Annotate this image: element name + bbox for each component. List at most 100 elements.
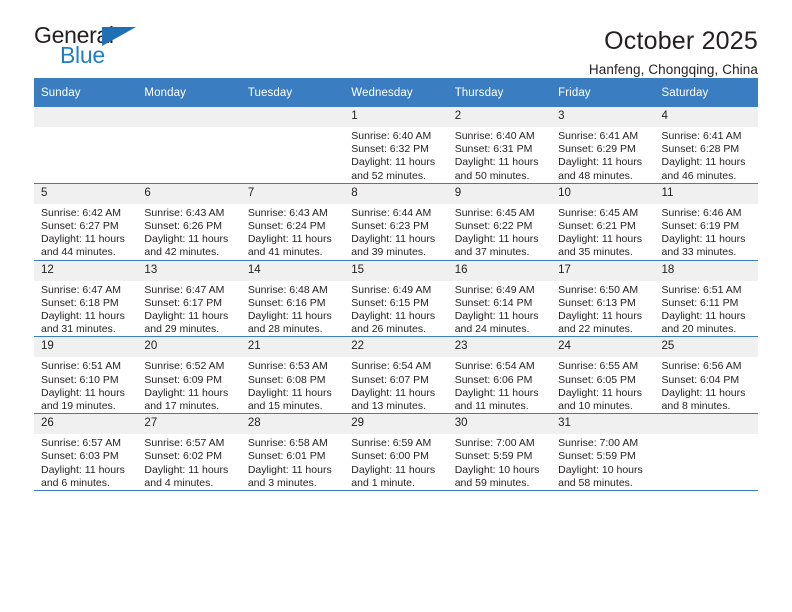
calendar-day-cell[interactable]: 24 Sunrise: 6:55 AM Sunset: 6:05 PM Dayligh… [551, 336, 655, 415]
day-number: 9 [447, 183, 552, 204]
day-number: 21 [240, 337, 345, 358]
daylight-text-line2: and 11 minutes. [454, 400, 529, 413]
general-blue-logo[interactable]: General Blue [34, 24, 149, 72]
triangle-icon [102, 27, 136, 46]
daylight-text-line1: Daylight: 11 hours [144, 386, 229, 399]
daylight-text-line2: and 15 minutes. [247, 400, 323, 413]
sunset-text: Sunset: 6:14 PM [454, 296, 533, 309]
daylight-text-line1: Daylight: 11 hours [454, 233, 539, 246]
daylight-text-line2: and 37 minutes. [454, 246, 530, 259]
calendar-day-cell[interactable]: 7 Sunrise: 6:43 AM Sunset: 6:24 PM Daylight… [240, 183, 345, 261]
daylight-text-line2: and 28 minutes. [247, 323, 323, 336]
calendar-day-cell[interactable]: 1 Sunrise: 6:40 AM Sunset: 6:32 PM Daylight… [344, 107, 448, 184]
calendar-day-cell[interactable]: 29 Sunrise: 6:59 AM Sunset: 6:00 PM Dayligh… [344, 413, 448, 492]
daylight-text-line2: and 33 minutes. [661, 246, 737, 259]
calendar-day-cell[interactable]: 3 Sunrise: 6:41 AM Sunset: 6:29 PM Daylight… [551, 107, 655, 184]
calendar-day-cell[interactable]: 6 Sunrise: 6:43 AM Sunset: 6:26 PM Daylight… [137, 183, 241, 261]
day-number [34, 107, 138, 127]
daylight-text-line1: Daylight: 11 hours [351, 463, 436, 476]
daylight-text-line1: Daylight: 11 hours [41, 386, 125, 399]
calendar-page: General Blue October 2025 Hanfeng, Chong… [0, 0, 792, 612]
calendar-day-cell[interactable]: 21 Sunrise: 6:53 AM Sunset: 6:08 PM Dayligh… [240, 336, 345, 415]
calendar-day-cell[interactable]: 26 Sunrise: 6:57 AM Sunset: 6:03 PM Dayligh… [34, 413, 138, 492]
day-details: Sunrise: 6:48 AM Sunset: 6:16 PM Daylight:… [241, 281, 344, 337]
daylight-text-line1: Daylight: 11 hours [454, 386, 539, 399]
calendar-day-cell[interactable]: 17 Sunrise: 6:50 AM Sunset: 6:13 PM Dayligh… [551, 260, 655, 338]
calendar-day-cell[interactable]: 27 Sunrise: 6:57 AM Sunset: 6:02 PM Dayligh… [137, 413, 241, 492]
day-details: Sunrise: 6:42 AM Sunset: 6:27 PM Daylight:… [34, 204, 137, 260]
day-number: 27 [137, 414, 241, 435]
calendar-day-cell[interactable]: 10 Sunrise: 6:45 AM Sunset: 6:21 PM Dayligh… [551, 183, 655, 261]
calendar-day-cell[interactable]: 11 Sunrise: 6:46 AM Sunset: 6:19 PM Dayligh… [654, 183, 758, 261]
day-number: 25 [654, 337, 758, 358]
daylight-text-line2: and 6 minutes. [41, 476, 110, 489]
daylight-text-line2: and 4 minutes. [144, 476, 214, 489]
daylight-text-line2: and 22 minutes. [558, 323, 633, 336]
sunrise-text: Sunrise: 6:44 AM [351, 206, 432, 219]
daylight-text-line2: and 31 minutes. [41, 323, 116, 336]
sunrise-text: Sunrise: 6:43 AM [144, 206, 225, 219]
daylight-text-line1: Daylight: 11 hours [247, 463, 332, 476]
calendar-day-cell[interactable]: 9 Sunrise: 6:45 AM Sunset: 6:22 PM Daylight… [447, 183, 552, 261]
page-header: General Blue October 2025 Hanfeng, Chong… [34, 0, 758, 78]
weekday-header-monday: Monday [137, 78, 241, 107]
sunrise-text: Sunrise: 6:49 AM [454, 283, 535, 296]
daylight-text-line2: and 44 minutes. [41, 246, 116, 259]
daylight-text-line2: and 50 minutes. [454, 169, 530, 182]
day-details: Sunrise: 6:47 AM Sunset: 6:18 PM Daylight:… [34, 281, 137, 337]
daylight-text-line1: Daylight: 11 hours [454, 156, 539, 169]
calendar-day-cell[interactable]: 12 Sunrise: 6:47 AM Sunset: 6:18 PM Dayligh… [34, 260, 138, 338]
day-details: Sunrise: 6:59 AM Sunset: 6:00 PM Daylight:… [344, 434, 447, 490]
calendar-day-cell[interactable]: 14 Sunrise: 6:48 AM Sunset: 6:16 PM Dayligh… [240, 260, 345, 338]
day-details: Sunrise: 6:57 AM Sunset: 6:02 PM Daylight:… [137, 434, 240, 490]
daylight-text-line2: and 41 minutes. [247, 246, 323, 259]
day-number [240, 107, 345, 127]
sunrise-text: Sunrise: 6:45 AM [454, 206, 535, 219]
day-details: Sunrise: 6:40 AM Sunset: 6:32 PM Daylight:… [344, 127, 447, 183]
sunset-text: Sunset: 5:59 PM [454, 450, 533, 463]
calendar-day-cell[interactable]: 15 Sunrise: 6:49 AM Sunset: 6:15 PM Dayligh… [344, 260, 448, 338]
calendar-day-cell[interactable]: 19 Sunrise: 6:51 AM Sunset: 6:10 PM Dayligh… [34, 336, 138, 415]
sunrise-text: Sunrise: 6:54 AM [454, 360, 535, 373]
sunset-text: Sunset: 6:18 PM [41, 296, 119, 309]
daylight-text-line2: and 59 minutes. [454, 476, 530, 489]
calendar-day-cell[interactable]: 5 Sunrise: 6:42 AM Sunset: 6:27 PM Daylight… [34, 183, 138, 261]
weekday-header-sunday: Sunday [34, 78, 138, 107]
sunset-text: Sunset: 6:19 PM [661, 220, 740, 233]
calendar-day-cell[interactable]: 25 Sunrise: 6:56 AM Sunset: 6:04 PM Dayligh… [654, 336, 758, 415]
calendar-week-row: 12 Sunrise: 6:47 AM Sunset: 6:18 PM Dayligh… [34, 260, 758, 338]
page-title: October 2025 [604, 27, 758, 55]
calendar-day-cell[interactable]: 20 Sunrise: 6:52 AM Sunset: 6:09 PM Dayligh… [137, 336, 241, 415]
sunrise-sunset-calendar: Sunday Monday Tuesday Wednesday Thursday Frid… [34, 78, 758, 492]
day-number: 1 [344, 107, 448, 127]
sunrise-text: Sunrise: 6:53 AM [247, 360, 328, 373]
day-number: 14 [240, 260, 345, 281]
calendar-day-cell[interactable]: 31 Sunrise: 7:00 AM Sunset: 5:59 PM Dayligh… [551, 413, 655, 492]
calendar-day-cell[interactable]: 2 Sunrise: 6:40 AM Sunset: 6:31 PM Daylight… [447, 107, 552, 184]
sunrise-text: Sunrise: 6:51 AM [41, 360, 121, 373]
calendar-day-cell[interactable]: 30 Sunrise: 7:00 AM Sunset: 5:59 PM Dayligh… [447, 413, 552, 492]
sunset-text: Sunset: 6:09 PM [144, 373, 223, 386]
calendar-day-cell[interactable]: 13 Sunrise: 6:47 AM Sunset: 6:17 PM Dayligh… [137, 260, 241, 338]
calendar-day-cell[interactable]: 22 Sunrise: 6:54 AM Sunset: 6:07 PM Dayligh… [344, 336, 448, 415]
calendar-week-row: 5 Sunrise: 6:42 AM Sunset: 6:27 PM Daylight… [34, 183, 758, 261]
calendar-day-cell[interactable]: 18 Sunrise: 6:51 AM Sunset: 6:11 PM Dayligh… [654, 260, 758, 338]
calendar-day-cell[interactable]: 23 Sunrise: 6:54 AM Sunset: 6:06 PM Dayligh… [447, 336, 552, 415]
day-number: 2 [447, 107, 552, 127]
calendar-day-cell[interactable]: 28 Sunrise: 6:58 AM Sunset: 6:01 PM Dayligh… [240, 413, 345, 492]
calendar-day-cell[interactable]: 4 Sunrise: 6:41 AM Sunset: 6:28 PM Daylight… [654, 107, 758, 184]
daylight-text-line1: Daylight: 11 hours [558, 233, 642, 246]
day-number: 26 [34, 414, 138, 435]
daylight-text-line1: Daylight: 11 hours [454, 310, 539, 323]
sunset-text: Sunset: 6:23 PM [351, 220, 429, 233]
calendar-day-cell[interactable]: 16 Sunrise: 6:49 AM Sunset: 6:14 PM Dayligh… [447, 260, 552, 338]
day-details: Sunrise: 6:41 AM Sunset: 6:29 PM Daylight:… [551, 127, 654, 183]
calendar-day-cell[interactable]: 8 Sunrise: 6:44 AM Sunset: 6:23 PM Daylight… [344, 183, 448, 261]
sunset-text: Sunset: 6:24 PM [247, 220, 326, 233]
daylight-text-line1: Daylight: 11 hours [247, 233, 332, 246]
day-details: Sunrise: 6:45 AM Sunset: 6:21 PM Daylight:… [551, 204, 654, 260]
day-number: 4 [654, 107, 758, 127]
sunset-text: Sunset: 6:15 PM [351, 296, 429, 309]
day-details: Sunrise: 6:52 AM Sunset: 6:09 PM Daylight:… [137, 357, 240, 413]
sunset-text: Sunset: 6:17 PM [144, 296, 223, 309]
